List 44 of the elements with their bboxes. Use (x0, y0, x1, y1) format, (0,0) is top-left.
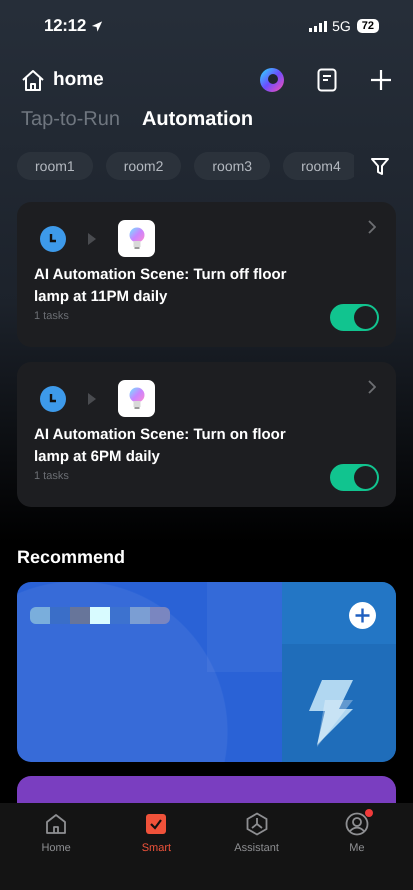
toggle-switch[interactable] (330, 304, 379, 331)
arrow-icon (88, 232, 96, 244)
nav-tab[interactable]: Home (11, 803, 102, 890)
home-icon (44, 812, 68, 836)
home-title: home (53, 69, 105, 91)
automation-card[interactable]: AI Automation Scene: Turn on floor lamp at 6PM daily 1 tasks (17, 362, 396, 507)
battery-indicator: 72 (356, 19, 379, 33)
arrow-icon (88, 392, 96, 404)
nav-tab[interactable]: Smart (111, 803, 202, 890)
nav-tab[interactable]: Me (312, 803, 402, 890)
bulb-drawing (128, 387, 146, 410)
task-count: 1 tasks (34, 310, 70, 322)
chevron-right-icon (368, 220, 376, 234)
add-icon[interactable] (349, 602, 376, 629)
task-count: 1 tasks (34, 470, 70, 482)
recommendation-card[interactable] (17, 776, 396, 806)
room-chip[interactable]: room4 (283, 152, 354, 180)
profile-icon (344, 812, 369, 836)
signal-icon (309, 20, 328, 32)
filter-icon (371, 157, 389, 175)
network-type: 5G (332, 18, 351, 34)
automation-card[interactable]: AI Automation Scene: Turn off floor lamp at 11PM daily 1 tasks (17, 202, 396, 347)
log-icon (317, 68, 337, 92)
hexagon-icon (244, 812, 269, 836)
chevron-right-icon (368, 380, 376, 394)
room-chip[interactable]: room3 (194, 152, 270, 180)
toggle-switch[interactable] (330, 464, 379, 491)
recommendation-card[interactable] (17, 582, 396, 762)
clock-icon (40, 226, 66, 252)
add-icon (371, 70, 391, 90)
clock-icon (40, 386, 66, 412)
section-heading: Recommend (17, 547, 126, 568)
checkbox-icon (144, 812, 168, 836)
automation-title: AI Automation Scene: Turn on floor lamp at 6PM daily (34, 425, 287, 467)
home-icon (21, 68, 45, 92)
room-chip[interactable]: room2 (106, 152, 182, 180)
location-arrow-icon (90, 18, 104, 34)
bulb-drawing (128, 227, 146, 250)
nav-tab[interactable]: Assistant (212, 803, 302, 890)
room-chip[interactable]: room1 (17, 152, 93, 180)
assistant-orb-icon (259, 67, 285, 93)
automation-title: AI Automation Scene: Turn off floor lamp at 11PM daily (34, 265, 288, 307)
clock-time: 12:12 (44, 16, 86, 36)
tab[interactable]: Automation (142, 108, 254, 131)
